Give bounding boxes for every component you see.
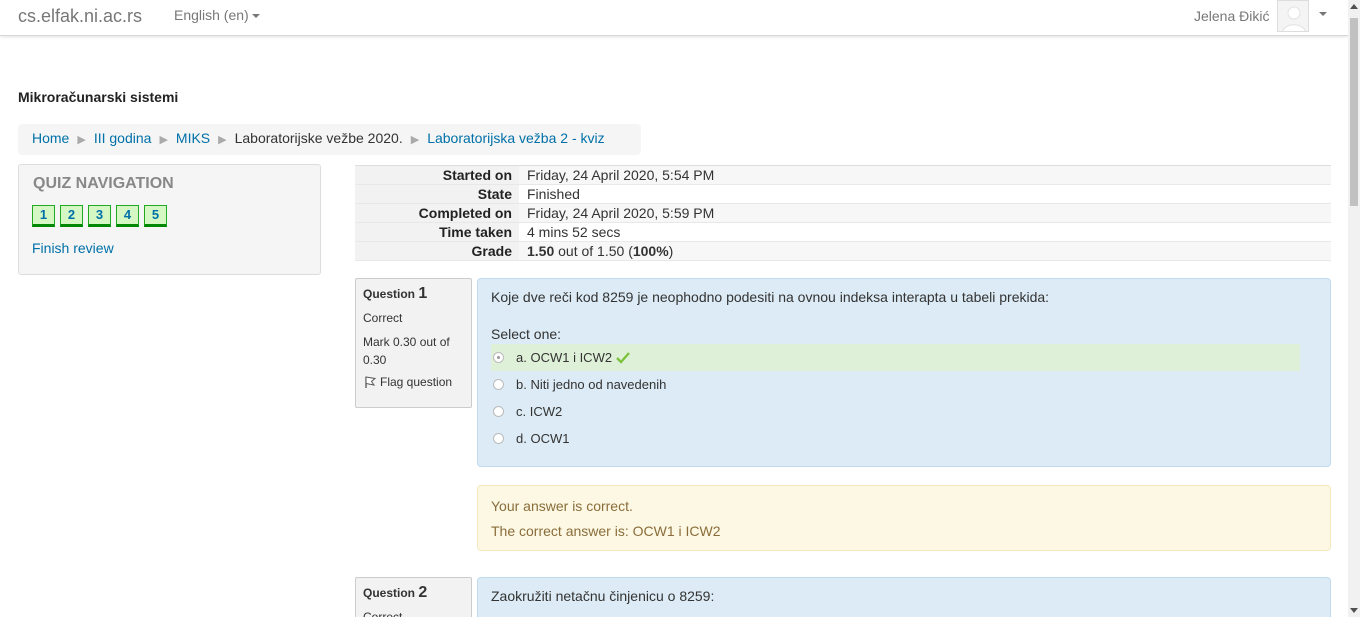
flag-icon xyxy=(365,376,377,388)
table-row: Grade 1.50 out of 1.50 (100%) xyxy=(355,242,1331,261)
breadcrumb-separator-icon: ▶ xyxy=(218,134,227,146)
table-row: Started on Friday, 24 April 2020, 5:54 P… xyxy=(355,166,1331,185)
grade-out-of: out of 1.50 ( xyxy=(554,243,633,259)
course-title: Mikroračunarski sistemi xyxy=(18,89,179,105)
breadcrumb-home[interactable]: Home xyxy=(32,130,69,146)
question-nav-button-4[interactable]: 4 xyxy=(116,205,139,227)
summary-label: Completed on xyxy=(355,204,519,222)
language-label: English (en) xyxy=(174,7,249,23)
breadcrumb-quiz[interactable]: Laboratorijska vežba 2 - kviz xyxy=(427,130,604,146)
answer-option-c[interactable]: c. ICW2 xyxy=(491,398,1300,425)
question-text: Koje dve reči kod 8259 je neophodno pode… xyxy=(491,289,1050,305)
answer-option-label: d. OCW1 xyxy=(516,431,570,446)
summary-value: 4 mins 52 secs xyxy=(519,223,1331,241)
avatar[interactable] xyxy=(1277,0,1309,32)
radio-button-selected[interactable] xyxy=(493,352,504,363)
question-2-info: Question 2 Correct xyxy=(355,577,472,617)
breadcrumb-course[interactable]: MIKS xyxy=(176,130,210,146)
summary-value: Friday, 24 April 2020, 5:54 PM xyxy=(519,166,1331,184)
answer-option-label: a. OCW1 i ICW2 xyxy=(516,350,613,365)
grade-close: ) xyxy=(668,243,674,259)
grade-value: 1.50 out of 1.50 (100%) xyxy=(519,242,1331,260)
radio-button[interactable] xyxy=(493,379,504,390)
question-1-info: Question 1 Correct Mark 0.30 out of 0.30… xyxy=(355,278,472,408)
scroll-up-arrow-icon[interactable] xyxy=(1350,4,1358,9)
chevron-down-icon xyxy=(251,14,260,19)
summary-label: Time taken xyxy=(355,223,519,241)
question-label: Question xyxy=(363,586,419,600)
top-navbar: cs.elfak.ni.ac.rs English (en) Jelena Đi… xyxy=(0,0,1348,36)
summary-label: Grade xyxy=(355,242,519,260)
question-2-formulation: Zaokružiti netačnu činjenicu o 8259: xyxy=(477,577,1331,617)
answer-option-label: c. ICW2 xyxy=(516,404,563,419)
question-number-value: 2 xyxy=(418,584,428,601)
question-mark: Mark 0.30 out of 0.30 xyxy=(363,335,450,367)
answer-option-d[interactable]: d. OCW1 xyxy=(491,425,1300,452)
question-number: Question 1 xyxy=(363,285,464,303)
question-nav-button-3[interactable]: 3 xyxy=(88,205,111,227)
question-nav-button-2[interactable]: 2 xyxy=(60,205,83,227)
quiz-navigation-title: QUIZ NAVIGATION xyxy=(33,175,174,192)
summary-value: Friday, 24 April 2020, 5:59 PM xyxy=(519,204,1331,222)
correct-answer-text: The correct answer is: OCW1 i ICW2 xyxy=(491,523,721,539)
breadcrumb-separator-icon: ▶ xyxy=(77,134,86,146)
summary-label: State xyxy=(355,185,519,203)
question-1-feedback: Your answer is correct. The correct answ… xyxy=(477,485,1331,551)
flag-question-button[interactable]: Flag question xyxy=(363,375,464,389)
radio-button[interactable] xyxy=(493,406,504,417)
question-nav-button-5[interactable]: 5 xyxy=(144,205,167,227)
radio-button[interactable] xyxy=(493,433,504,444)
breadcrumb-separator-icon: ▶ xyxy=(159,134,168,146)
answer-option-b[interactable]: b. Niti jedno od navedenih xyxy=(491,371,1300,398)
select-one-prompt: Select one: xyxy=(491,326,562,342)
breadcrumb: Home ▶ III godina ▶ MIKS ▶ Laboratorijske vežb… xyxy=(18,124,641,155)
question-buttons: 1 2 3 4 5 xyxy=(32,205,172,227)
table-row: Time taken 4 mins 52 secs xyxy=(355,223,1331,242)
user-menu-chevron-icon[interactable] xyxy=(1319,12,1327,16)
breadcrumb-year[interactable]: III godina xyxy=(94,130,152,146)
answer-options: a. OCW1 i ICW2 b. Niti jedno od navedeni… xyxy=(491,344,1317,452)
answer-option-label: b. Niti jedno od navedenih xyxy=(516,377,667,392)
question-1-formulation: Koje dve reči kod 8259 je neophodno pode… xyxy=(477,278,1331,467)
quiz-navigation-block: QUIZ NAVIGATION 1 2 3 4 5 Finish review xyxy=(18,164,321,275)
user-name[interactable]: Jelena Đikić xyxy=(1194,8,1269,24)
question-number: Question 2 xyxy=(363,584,464,602)
grade-percent: 100% xyxy=(632,243,669,259)
scroll-thumb[interactable] xyxy=(1350,18,1358,206)
question-number-value: 1 xyxy=(418,285,428,302)
summary-label: Started on xyxy=(355,166,519,184)
grade-score: 1.50 xyxy=(527,243,555,259)
language-menu[interactable]: English (en) xyxy=(174,7,260,23)
question-text: Zaokružiti netačnu činjenicu o 8259: xyxy=(491,588,715,604)
answer-option-a[interactable]: a. OCW1 i ICW2 xyxy=(491,344,1300,371)
question-state: Correct xyxy=(363,610,403,617)
question-nav-button-1[interactable]: 1 xyxy=(32,205,55,227)
user-silhouette-icon xyxy=(1278,1,1308,31)
attempt-summary-table: Started on Friday, 24 April 2020, 5:54 P… xyxy=(355,165,1331,261)
feedback-status: Your answer is correct. xyxy=(491,498,633,514)
question-label: Question xyxy=(363,287,419,301)
flag-question-label: Flag question xyxy=(380,375,453,389)
scroll-down-arrow-icon[interactable] xyxy=(1350,608,1358,613)
site-brand-link[interactable]: cs.elfak.ni.ac.rs xyxy=(18,6,142,27)
table-row: Completed on Friday, 24 April 2020, 5:59… xyxy=(355,204,1331,223)
correct-check-icon xyxy=(616,351,630,364)
finish-review-link[interactable]: Finish review xyxy=(32,240,114,256)
page-scrollbar[interactable] xyxy=(1348,0,1360,617)
table-row: State Finished xyxy=(355,185,1331,204)
breadcrumb-separator-icon: ▶ xyxy=(410,134,420,146)
question-state: Correct xyxy=(363,311,403,325)
summary-value: Finished xyxy=(519,185,1331,203)
breadcrumb-section: Laboratorijske vežbe 2020. xyxy=(234,130,403,146)
